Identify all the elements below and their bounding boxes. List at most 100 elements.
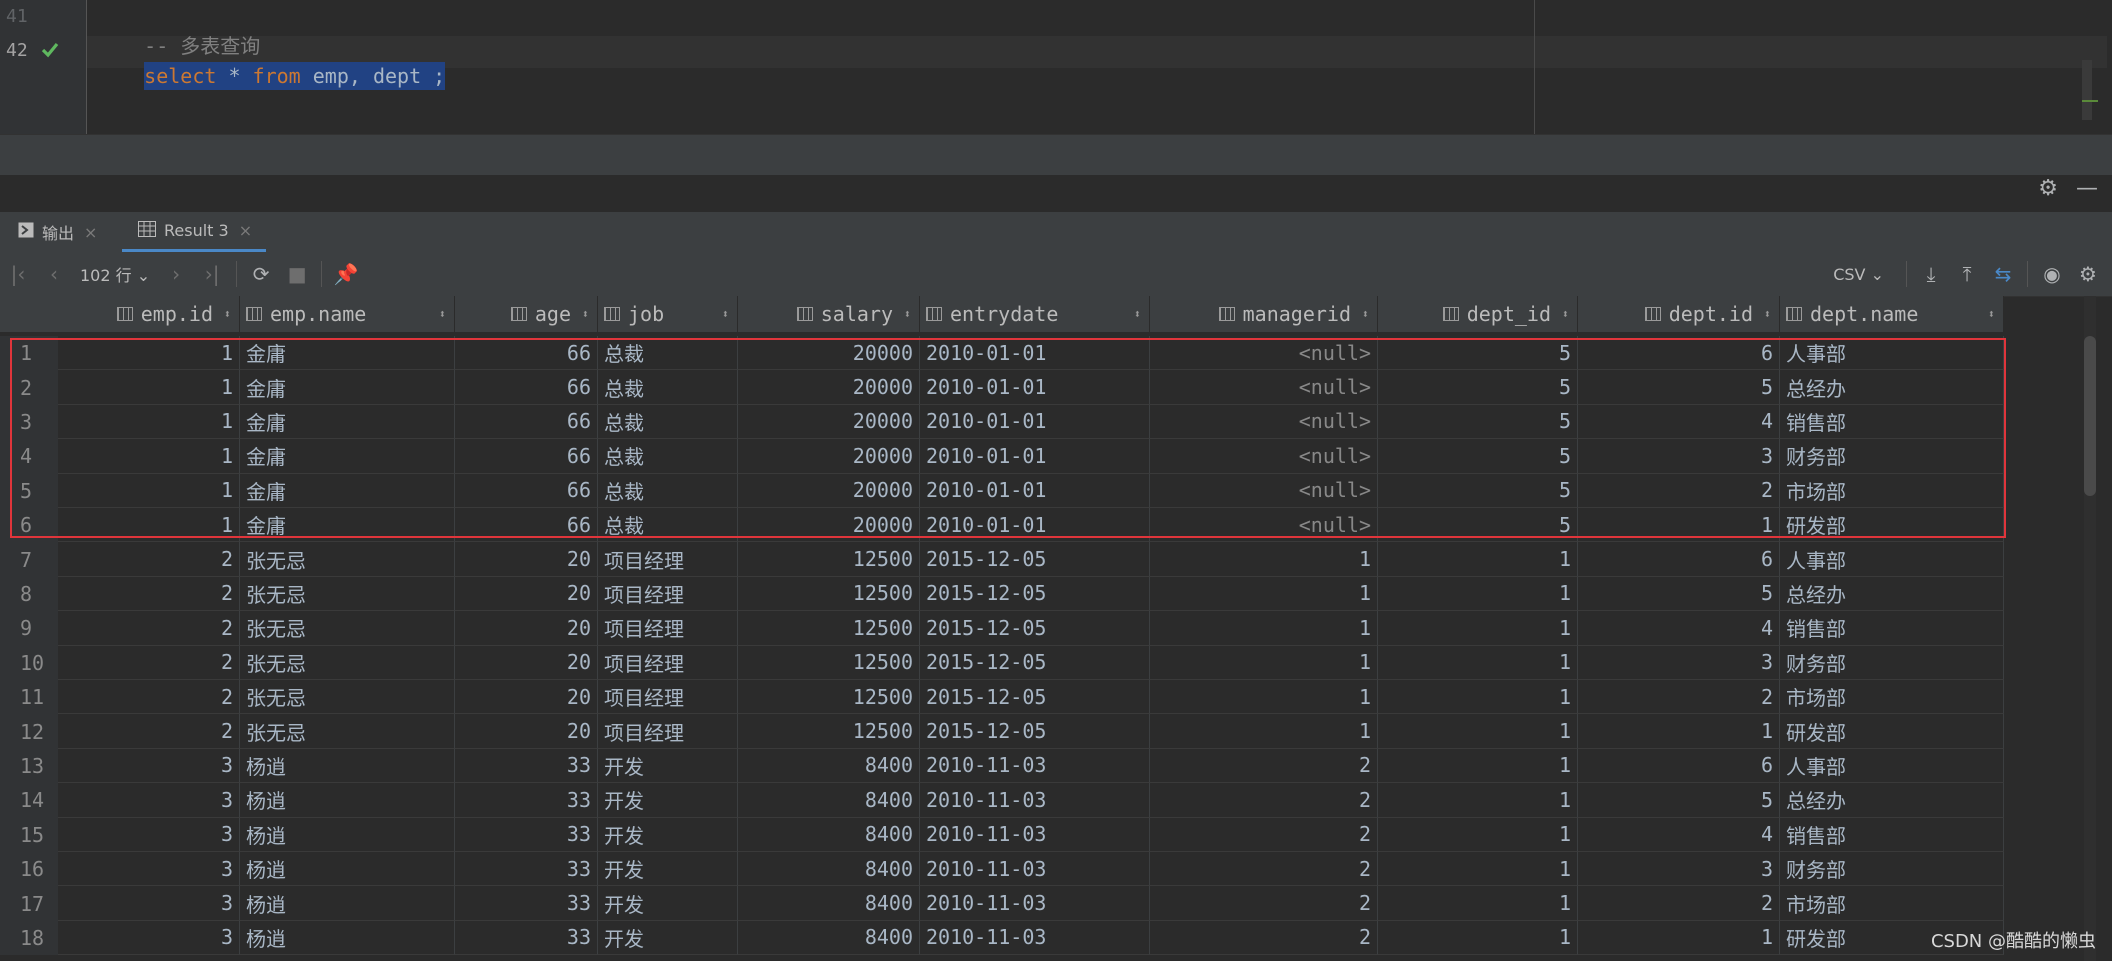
table-row[interactable]: 16 3 杨逍 33 开发 8400 2010-11-03 2 1 3 财务部 bbox=[0, 852, 2004, 887]
table-cell[interactable]: 33 bbox=[455, 920, 598, 956]
table-cell[interactable]: 杨逍 bbox=[240, 748, 455, 784]
table-cell[interactable]: 66 bbox=[455, 508, 598, 543]
table-cell[interactable]: 人事部 bbox=[1780, 336, 2004, 371]
table-cell[interactable]: 财务部 bbox=[1780, 439, 2004, 474]
table-cell[interactable]: 项目经理 bbox=[598, 714, 738, 749]
table-cell[interactable]: 20000 bbox=[738, 336, 920, 371]
table-cell[interactable]: 人事部 bbox=[1780, 542, 2004, 577]
column-header[interactable]: dept_id ⬍ bbox=[1378, 296, 1578, 332]
table-cell[interactable]: 2015-12-05 bbox=[920, 680, 1150, 715]
table-cell[interactable]: 总裁 bbox=[598, 473, 738, 508]
table-cell[interactable]: 2010-11-03 bbox=[920, 817, 1150, 852]
refresh-icon[interactable]: ⟳ bbox=[243, 262, 279, 286]
table-cell[interactable]: <null> bbox=[1150, 439, 1378, 474]
table-row[interactable]: 4 1 金庸 66 总裁 20000 2010-01-01 <null> 5 3 财务部 bbox=[0, 439, 2004, 474]
table-cell[interactable]: 1 bbox=[1578, 920, 1780, 956]
table-cell[interactable]: 1 bbox=[1150, 680, 1378, 715]
table-row[interactable]: 9 2 张无忌 20 项目经理 12500 2015-12-05 1 1 4 销售部 bbox=[0, 611, 2004, 646]
tab-result-3[interactable]: Result 3 × bbox=[122, 212, 266, 252]
table-cell[interactable]: 2 bbox=[58, 611, 240, 646]
table-cell[interactable]: 张无忌 bbox=[240, 576, 455, 612]
table-cell[interactable]: 5 bbox=[1578, 576, 1780, 612]
table-cell[interactable]: 杨逍 bbox=[240, 852, 455, 887]
table-cell[interactable]: 20 bbox=[455, 680, 598, 715]
table-cell[interactable]: 2 bbox=[1578, 680, 1780, 715]
table-cell[interactable]: 2010-01-01 bbox=[920, 473, 1150, 508]
table-cell[interactable]: 2015-12-05 bbox=[920, 542, 1150, 577]
table-cell[interactable]: 2015-12-05 bbox=[920, 611, 1150, 646]
sort-icon[interactable]: ⬍ bbox=[582, 307, 589, 321]
table-cell[interactable]: 12500 bbox=[738, 611, 920, 646]
table-cell[interactable]: 2010-11-03 bbox=[920, 852, 1150, 887]
table-cell[interactable]: 市场部 bbox=[1780, 680, 2004, 715]
column-header[interactable]: salary ⬍ bbox=[738, 296, 920, 332]
table-cell[interactable]: 2 bbox=[58, 576, 240, 612]
table-cell[interactable]: 5 bbox=[1578, 783, 1780, 818]
table-cell[interactable]: 20000 bbox=[738, 508, 920, 543]
table-cell[interactable]: 20 bbox=[455, 611, 598, 646]
sort-icon[interactable]: ⬍ bbox=[1988, 307, 1995, 321]
table-cell[interactable]: 2 bbox=[1150, 886, 1378, 921]
table-cell[interactable]: 33 bbox=[455, 817, 598, 852]
table-cell[interactable]: 总经办 bbox=[1780, 576, 2004, 612]
table-cell[interactable]: 1 bbox=[58, 508, 240, 543]
table-cell[interactable]: 金庸 bbox=[240, 473, 455, 508]
compare-icon[interactable]: ⇆ bbox=[1985, 262, 2021, 286]
export-format-dropdown[interactable]: CSV ⌄ bbox=[1833, 265, 1900, 284]
table-cell[interactable]: 5 bbox=[1378, 370, 1578, 405]
table-cell[interactable]: 市场部 bbox=[1780, 886, 2004, 921]
table-row[interactable]: 15 3 杨逍 33 开发 8400 2010-11-03 2 1 4 销售部 bbox=[0, 817, 2004, 852]
table-cell[interactable]: 12500 bbox=[738, 714, 920, 749]
table-cell[interactable]: 1 bbox=[58, 439, 240, 474]
table-cell[interactable]: 20000 bbox=[738, 473, 920, 508]
table-cell[interactable]: 20 bbox=[455, 714, 598, 749]
settings-icon[interactable]: ⚙ bbox=[2070, 262, 2106, 286]
table-cell[interactable]: 2015-12-05 bbox=[920, 714, 1150, 749]
close-icon[interactable]: × bbox=[84, 223, 97, 242]
column-header[interactable]: age ⬍ bbox=[455, 296, 598, 332]
table-cell[interactable]: 20000 bbox=[738, 439, 920, 474]
table-cell[interactable]: 8400 bbox=[738, 748, 920, 784]
table-cell[interactable]: 66 bbox=[455, 473, 598, 508]
table-cell[interactable]: <null> bbox=[1150, 336, 1378, 371]
grid-scrollbar[interactable] bbox=[2084, 296, 2096, 961]
table-cell[interactable]: 3 bbox=[1578, 439, 1780, 474]
table-cell[interactable]: 2 bbox=[1578, 886, 1780, 921]
table-cell[interactable]: 66 bbox=[455, 439, 598, 474]
table-row[interactable]: 1 1 金庸 66 总裁 20000 2010-01-01 <null> 5 6 人事部 bbox=[0, 336, 2004, 371]
table-row[interactable]: 18 3 杨逍 33 开发 8400 2010-11-03 2 1 1 研发部 bbox=[0, 920, 2004, 956]
stop-icon[interactable]: ■ bbox=[279, 262, 315, 286]
tab-output[interactable]: 输出 × bbox=[18, 212, 106, 252]
table-cell[interactable]: 张无忌 bbox=[240, 645, 455, 680]
table-cell[interactable]: 1 bbox=[1578, 508, 1780, 543]
first-page-icon[interactable]: |‹ bbox=[0, 262, 36, 286]
selected-sql[interactable]: select * from emp, dept ; bbox=[144, 62, 446, 90]
table-cell[interactable]: 张无忌 bbox=[240, 542, 455, 577]
table-cell[interactable]: 开发 bbox=[598, 886, 738, 921]
table-cell[interactable]: 张无忌 bbox=[240, 680, 455, 715]
table-cell[interactable]: 6 bbox=[1578, 542, 1780, 577]
table-cell[interactable]: 1 bbox=[1150, 645, 1378, 680]
table-cell[interactable]: 总裁 bbox=[598, 336, 738, 371]
table-cell[interactable]: 2 bbox=[1150, 920, 1378, 956]
table-cell[interactable]: 5 bbox=[1378, 439, 1578, 474]
table-cell[interactable]: 33 bbox=[455, 886, 598, 921]
table-row[interactable]: 17 3 杨逍 33 开发 8400 2010-11-03 2 1 2 市场部 bbox=[0, 886, 2004, 921]
table-cell[interactable]: 5 bbox=[1378, 404, 1578, 440]
table-cell[interactable]: 项目经理 bbox=[598, 576, 738, 612]
table-cell[interactable]: 1 bbox=[1378, 920, 1578, 956]
table-cell[interactable]: 开发 bbox=[598, 783, 738, 818]
code-line[interactable]: select * from emp, dept ; bbox=[96, 40, 446, 112]
table-cell[interactable]: 研发部 bbox=[1780, 714, 2004, 749]
table-cell[interactable]: 总经办 bbox=[1780, 370, 2004, 405]
column-header[interactable]: job ⬍ bbox=[598, 296, 738, 332]
table-cell[interactable]: 3 bbox=[1578, 645, 1780, 680]
table-cell[interactable]: 3 bbox=[58, 886, 240, 921]
table-cell[interactable]: 2 bbox=[58, 714, 240, 749]
table-cell[interactable]: 总经办 bbox=[1780, 783, 2004, 818]
table-cell[interactable]: 人事部 bbox=[1780, 748, 2004, 784]
table-cell[interactable]: 2010-01-01 bbox=[920, 439, 1150, 474]
table-cell[interactable]: 开发 bbox=[598, 852, 738, 887]
table-row[interactable]: 7 2 张无忌 20 项目经理 12500 2015-12-05 1 1 6 人事部 bbox=[0, 542, 2004, 577]
table-cell[interactable]: 6 bbox=[1578, 336, 1780, 371]
